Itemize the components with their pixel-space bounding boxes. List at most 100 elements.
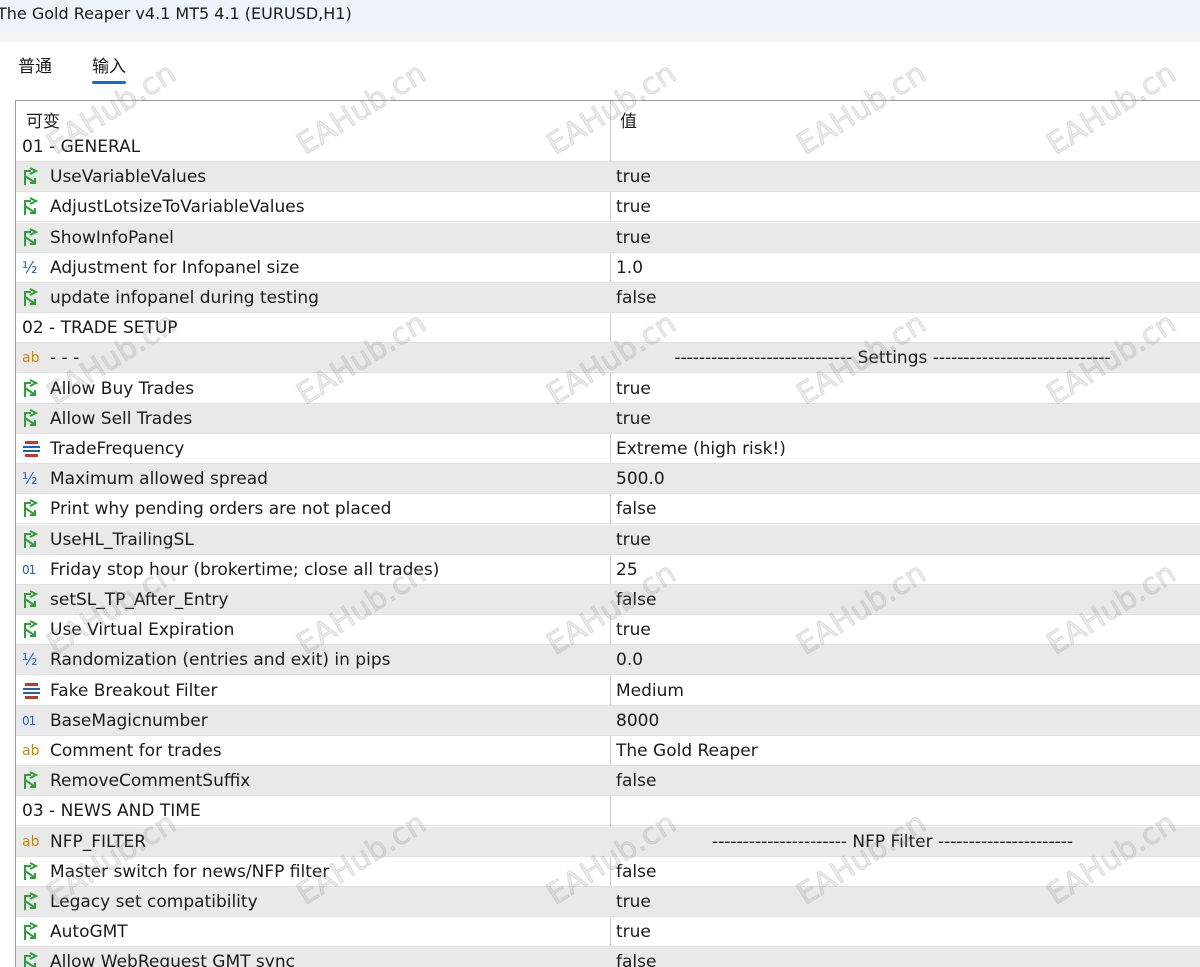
table-row[interactable]: Fake Breakout Filter Medium [16, 676, 1200, 706]
group-row[interactable]: 01 - GENERAL [16, 132, 1200, 162]
param-value[interactable]: 500.0 [616, 469, 1200, 489]
param-value[interactable]: 0.0 [616, 650, 1200, 670]
bool-arrow-icon [22, 197, 44, 217]
param-value[interactable]: false [616, 952, 1200, 967]
string-ab-icon: ab [22, 350, 40, 367]
param-value[interactable]: true [616, 379, 1200, 399]
table-row[interactable]: Allow Buy Trades true [16, 374, 1200, 404]
param-name: Maximum allowed spread [50, 469, 268, 490]
table-row[interactable]: ab NFP_FILTER ---------------------- NFP F… [16, 826, 1200, 857]
table-row[interactable]: AdjustLotsizeToVariableValues true [16, 192, 1200, 223]
param-value[interactable]: true [616, 167, 1200, 187]
bool-arrow-icon [22, 892, 44, 912]
param-value[interactable]: The Gold Reaper [616, 741, 1200, 761]
param-name: Friday stop hour (brokertime; close all … [50, 559, 440, 580]
bool-arrow-icon [22, 620, 44, 640]
bool-arrow-icon [22, 771, 44, 791]
bool-arrow-icon [22, 861, 44, 882]
param-value[interactable]: Extreme (high risk!) [616, 439, 1200, 459]
table-row[interactable]: RemoveCommentSuffix false [16, 766, 1200, 797]
param-value[interactable]: false [616, 590, 1200, 610]
header-value[interactable]: 值 [620, 107, 1200, 132]
param-name: Allow Sell Trades [50, 408, 193, 429]
param-name: RemoveCommentSuffix [50, 771, 251, 792]
param-value[interactable]: false [616, 288, 1200, 308]
double-half-icon: ½ [22, 650, 38, 670]
bool-arrow-icon [22, 952, 44, 967]
tab-general[interactable]: 普通 [18, 52, 52, 77]
group-row[interactable]: 02 - TRADE SETUP [16, 313, 1200, 344]
double-half-icon: ½ [22, 257, 38, 277]
param-value[interactable]: ----------------------------- Settings -… [616, 348, 1169, 368]
param-name: Fake Breakout Filter [50, 680, 218, 701]
param-value[interactable]: 8000 [616, 711, 1200, 731]
param-name: update infopanel during testing [50, 288, 319, 308]
table-row[interactable]: Use Virtual Expiration true [16, 615, 1200, 646]
param-name: UseVariableValues [50, 167, 207, 188]
header-variable[interactable]: 可变 [26, 107, 611, 132]
table-row[interactable]: setSL_TP_After_Entry false [16, 585, 1200, 615]
param-value[interactable]: ---------------------- NFP Filter ------… [616, 832, 1169, 852]
param-name: Adjustment for Infopanel size [50, 257, 300, 278]
param-name: ShowInfoPanel [50, 227, 174, 248]
table-row[interactable]: Master switch for news/NFP filter false [16, 857, 1200, 887]
table-row[interactable]: ½ Adjustment for Infopanel size 1.0 [16, 253, 1200, 283]
bool-arrow-icon [22, 590, 44, 610]
group-row[interactable]: 03 - NEWS AND TIME [16, 796, 1200, 827]
param-name: Master switch for news/NFP filter [50, 861, 330, 882]
tab-inputs[interactable]: 输入 [92, 52, 126, 84]
table-row[interactable]: 01 BaseMagicnumber 8000 [16, 705, 1200, 736]
table-row[interactable]: update infopanel during testing false [16, 283, 1200, 313]
bool-arrow-icon [22, 288, 44, 308]
table-row[interactable]: TradeFrequency Extreme (high risk!) [16, 434, 1200, 464]
param-name: BaseMagicnumber [50, 710, 208, 731]
table-row[interactable]: ½ Randomization (entries and exit) in pip… [16, 645, 1200, 676]
double-half-icon: ½ [22, 469, 38, 489]
param-name: NFP_FILTER [50, 831, 147, 852]
param-value[interactable]: false [616, 862, 1200, 882]
param-value[interactable]: true [616, 197, 1200, 217]
table-row[interactable]: AutoGMT true [16, 917, 1200, 948]
bool-arrow-icon [22, 529, 44, 550]
param-name: UseHL_TrailingSL [50, 529, 194, 550]
table-row[interactable]: Legacy set compatibility true [16, 887, 1200, 917]
table-row[interactable]: UseHL_TrailingSL true [16, 524, 1200, 555]
table-row[interactable]: ½ Maximum allowed spread 500.0 [16, 464, 1200, 495]
window-titlebar: The Gold Reaper v4.1 MT5 4.1 (EURUSD,H1) [0, 0, 1200, 32]
param-value[interactable]: true [616, 620, 1200, 640]
param-value[interactable]: true [616, 892, 1200, 912]
table-row[interactable]: UseVariableValues true [16, 162, 1200, 193]
enum-list-icon [22, 681, 44, 701]
bool-arrow-icon [22, 227, 44, 248]
param-name: Print why pending orders are not placed [50, 499, 392, 520]
param-name: TradeFrequency [50, 439, 185, 459]
param-value[interactable]: false [616, 771, 1200, 791]
bool-arrow-icon [22, 167, 44, 187]
param-value[interactable]: true [616, 530, 1200, 550]
param-name: Randomization (entries and exit) in pips [50, 650, 391, 671]
group-label: 01 - GENERAL [22, 137, 141, 157]
table-row[interactable]: ab Comment for trades The Gold Reaper [16, 736, 1200, 766]
string-ab-icon: ab [22, 833, 40, 850]
param-value[interactable]: 25 [616, 560, 1200, 580]
param-name: Use Virtual Expiration [50, 620, 235, 641]
param-name: Comment for trades [50, 741, 222, 761]
param-value[interactable]: true [616, 922, 1200, 942]
param-value[interactable]: 1.0 [616, 258, 1200, 278]
window-title: The Gold Reaper v4.1 MT5 4.1 (EURUSD,H1) [0, 4, 352, 23]
bool-arrow-icon [22, 378, 44, 399]
table-row[interactable]: Allow Sell Trades true [16, 403, 1200, 434]
table-row[interactable]: Print why pending orders are not placed f… [16, 494, 1200, 525]
param-name: AdjustLotsizeToVariableValues [50, 197, 305, 218]
param-value[interactable]: true [616, 228, 1200, 248]
table-row[interactable]: Allow WebRequest GMT sync false [16, 947, 1200, 967]
param-value[interactable]: true [616, 409, 1200, 429]
param-value[interactable]: false [616, 499, 1200, 519]
inputs-grid: 可变 值 01 - GENERAL UseVariableValues true Ad… [15, 100, 1200, 967]
table-row[interactable]: ShowInfoPanel true [16, 222, 1200, 253]
table-row[interactable]: 01 Friday stop hour (brokertime; close al… [16, 555, 1200, 585]
table-row[interactable]: ab - - - ----------------------------- Set… [16, 343, 1200, 374]
param-name: - - - [50, 348, 80, 369]
param-value[interactable]: Medium [616, 681, 1200, 701]
integer-01-icon: 01 [22, 562, 36, 577]
